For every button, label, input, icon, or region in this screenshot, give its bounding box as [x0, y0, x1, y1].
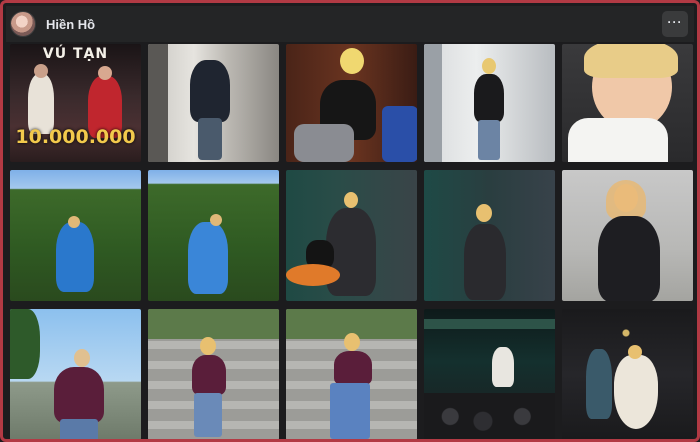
person-legs [198, 118, 222, 160]
photo-thumbnail-14[interactable] [424, 309, 555, 439]
photo-thumbnail-4[interactable] [424, 44, 555, 162]
person-head [68, 216, 80, 228]
tree [10, 309, 40, 379]
person-legs [194, 393, 222, 437]
profile-name[interactable]: Hiền Hồ [46, 17, 95, 32]
person-head [340, 48, 364, 74]
stage-lights [596, 323, 656, 343]
photo-thumbnail-8[interactable] [286, 170, 417, 301]
person-figure [568, 118, 668, 162]
person-figure [598, 216, 660, 301]
person-figure [28, 74, 54, 134]
person-legs [60, 419, 98, 439]
person-legs [330, 383, 370, 439]
photo-thumbnail-12[interactable] [148, 309, 279, 439]
photo-grid: VÚ TẠN 10.000.000 [10, 44, 693, 439]
person-head [344, 333, 360, 351]
photo-thumbnail-3[interactable] [286, 44, 417, 162]
person-figure [492, 347, 514, 387]
person-head [476, 204, 492, 222]
hair [606, 180, 646, 220]
photo-thumbnail-5[interactable] [562, 44, 693, 162]
person-head [482, 58, 496, 74]
photo-thumbnail-7[interactable] [148, 170, 279, 301]
person-head [200, 337, 216, 355]
photo-thumbnail-15[interactable] [562, 309, 693, 439]
album-header: Hiền Hồ ··· [6, 6, 694, 42]
person-head [98, 66, 112, 80]
view-count-label: 10.000.000 [15, 126, 136, 148]
door-frame [148, 44, 168, 162]
person-figure [192, 355, 226, 395]
person-head [628, 345, 642, 359]
person-head [74, 349, 90, 367]
photo-album-window: Hiền Hồ ··· VÚ TẠN 10.000.000 [0, 0, 700, 442]
person-figure [586, 349, 612, 419]
avatar[interactable] [10, 11, 36, 37]
photo-thumbnail-11[interactable] [10, 309, 141, 439]
hair [584, 44, 678, 78]
photo-thumbnail-9[interactable] [424, 170, 555, 301]
person-figure [56, 222, 94, 292]
photo-thumbnail-13[interactable] [286, 309, 417, 439]
person-figure [464, 224, 506, 300]
pillar [424, 44, 442, 162]
person-head [34, 64, 48, 78]
person-figure [190, 60, 230, 122]
audience [424, 393, 555, 439]
photo-thumbnail-6[interactable] [10, 170, 141, 301]
person-figure [54, 367, 104, 423]
person-head [210, 214, 222, 226]
person-figure [334, 351, 372, 385]
photo-thumbnail-10[interactable] [562, 170, 693, 301]
photo-thumbnail-2[interactable] [148, 44, 279, 162]
more-options-button[interactable]: ··· [662, 11, 688, 37]
orange-stool [286, 264, 340, 286]
person-figure [474, 74, 504, 122]
person-legs [294, 124, 354, 162]
stage-lights [424, 319, 555, 329]
person-head [344, 192, 358, 208]
person-legs [478, 120, 500, 160]
trees [148, 309, 279, 339]
blue-suitcase [382, 106, 417, 162]
photo-thumbnail-1[interactable]: VÚ TẠN 10.000.000 [10, 44, 141, 162]
person-figure [188, 222, 228, 294]
thumbnail-title: VÚ TẠN [42, 46, 109, 62]
person-figure [614, 355, 658, 429]
